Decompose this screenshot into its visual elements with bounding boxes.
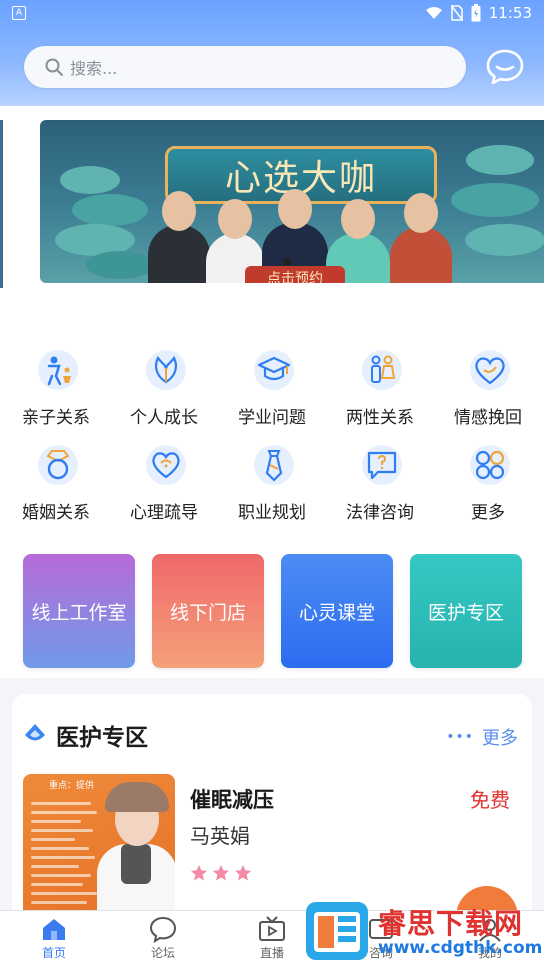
course-price: 免费 [470, 788, 510, 812]
offline-store-card[interactable]: 线下门店 [152, 554, 264, 668]
star-icon [212, 864, 230, 881]
tab-forum[interactable]: 论坛 [123, 915, 203, 961]
pine-tree-decoration-right [451, 145, 544, 256]
category-label: 心理疏导 [130, 503, 198, 523]
category-label: 情感挽回 [454, 408, 522, 428]
watermark-url: www.cdgthk.com [378, 938, 543, 958]
tab-home[interactable]: 首页 [14, 915, 94, 961]
graduation-cap-icon [250, 346, 296, 392]
expert-photo-5 [390, 193, 452, 283]
status-right-group: 11:53 [425, 4, 532, 22]
category-label: 法律咨询 [346, 503, 414, 523]
category-label: 两性关系 [346, 408, 414, 428]
carousel-indicator [283, 258, 291, 266]
watermark-logo-icon [306, 902, 368, 960]
more-link[interactable]: ••• 更多 [446, 724, 518, 750]
star-icon [190, 864, 208, 881]
tab-label: 论坛 [150, 946, 175, 960]
category-label: 职业规划 [238, 503, 306, 523]
expert-photo-1 [148, 191, 210, 283]
parent-child-icon [34, 346, 80, 392]
category-marriage[interactable]: 婚姻关系 [6, 441, 106, 531]
heart-chat-icon [142, 441, 188, 487]
pine-tree-decoration [55, 166, 154, 279]
grid-more-icon [466, 441, 512, 487]
banner-slide[interactable]: 心选大咖 点击预约 [40, 120, 544, 283]
banner-carousel[interactable]: 心选大咖 点击预约 [0, 106, 544, 306]
heart-icon [466, 346, 512, 392]
category-label: 婚姻关系 [22, 503, 90, 523]
mind-classroom-card[interactable]: 心灵课堂 [281, 554, 393, 668]
ring-icon [34, 441, 80, 487]
leaf-icon [142, 346, 188, 392]
clock: 11:53 [488, 4, 532, 22]
tab-label: 直播 [259, 946, 284, 960]
category-more[interactable]: 更多 [438, 441, 538, 531]
book-now-button[interactable]: 点击预约 [245, 266, 345, 283]
star-icon [234, 864, 252, 881]
couple-icon [358, 346, 404, 392]
online-studio-card[interactable]: 线上工作室 [23, 554, 135, 668]
category-career[interactable]: 职业规划 [222, 441, 322, 531]
search-placeholder: 搜索... [70, 59, 118, 78]
poster-text-lines [31, 802, 101, 910]
notification-app-icon: A [12, 6, 26, 20]
tab-live[interactable]: 直播 [232, 915, 312, 961]
live-tv-icon [259, 916, 285, 941]
watermark-name: 睿思下载网 [378, 907, 524, 940]
category-label: 个人成长 [130, 408, 198, 428]
wifi-icon [425, 7, 442, 19]
message-icon[interactable] [485, 47, 525, 87]
quick-entry-row: 线上工作室 线下门店 心灵课堂 医护专区 [0, 542, 544, 678]
category-label: 更多 [471, 503, 505, 523]
poster-caption: 重点：提供 [49, 781, 95, 791]
category-grid: 亲子关系 个人成长 学业问题 两性关系 情感挽回 婚姻关系 心理疏导 职业规划 … [0, 306, 544, 542]
tie-icon [250, 441, 296, 487]
category-counseling[interactable]: 心理疏导 [114, 441, 214, 531]
section-title: 医护专区 [56, 725, 148, 751]
drop-icon [25, 724, 45, 741]
previous-banner-edge [0, 120, 3, 288]
category-emotional-recovery[interactable]: 情感挽回 [438, 346, 538, 436]
more-dots-icon: ••• [446, 729, 474, 745]
category-parent-child[interactable]: 亲子关系 [6, 346, 106, 436]
no-sim-icon [450, 5, 463, 21]
question-chat-icon [358, 441, 404, 487]
category-label: 亲子关系 [22, 408, 90, 428]
top-header: A 11:53 搜索... [0, 0, 544, 106]
course-title[interactable]: 催眠减压 [190, 784, 274, 814]
category-growth[interactable]: 个人成长 [114, 346, 214, 436]
search-icon [45, 58, 63, 76]
category-label: 学业问题 [238, 408, 306, 428]
category-legal[interactable]: 法律咨询 [330, 441, 430, 531]
more-label: 更多 [482, 728, 518, 749]
watermark: 睿思下载网 www.cdgthk.com [302, 898, 542, 964]
tab-label: 首页 [41, 946, 66, 960]
home-icon [43, 919, 65, 940]
medical-zone-card[interactable]: 医护专区 [410, 554, 522, 668]
battery-icon [471, 4, 481, 22]
category-study[interactable]: 学业问题 [222, 346, 322, 436]
search-input[interactable]: 搜索... [24, 46, 466, 88]
course-author: 马英娟 [190, 824, 250, 848]
category-gender-relations[interactable]: 两性关系 [330, 346, 430, 436]
rating-stars [190, 864, 252, 882]
status-bar: A 11:53 [0, 0, 544, 30]
forum-icon [149, 916, 177, 943]
